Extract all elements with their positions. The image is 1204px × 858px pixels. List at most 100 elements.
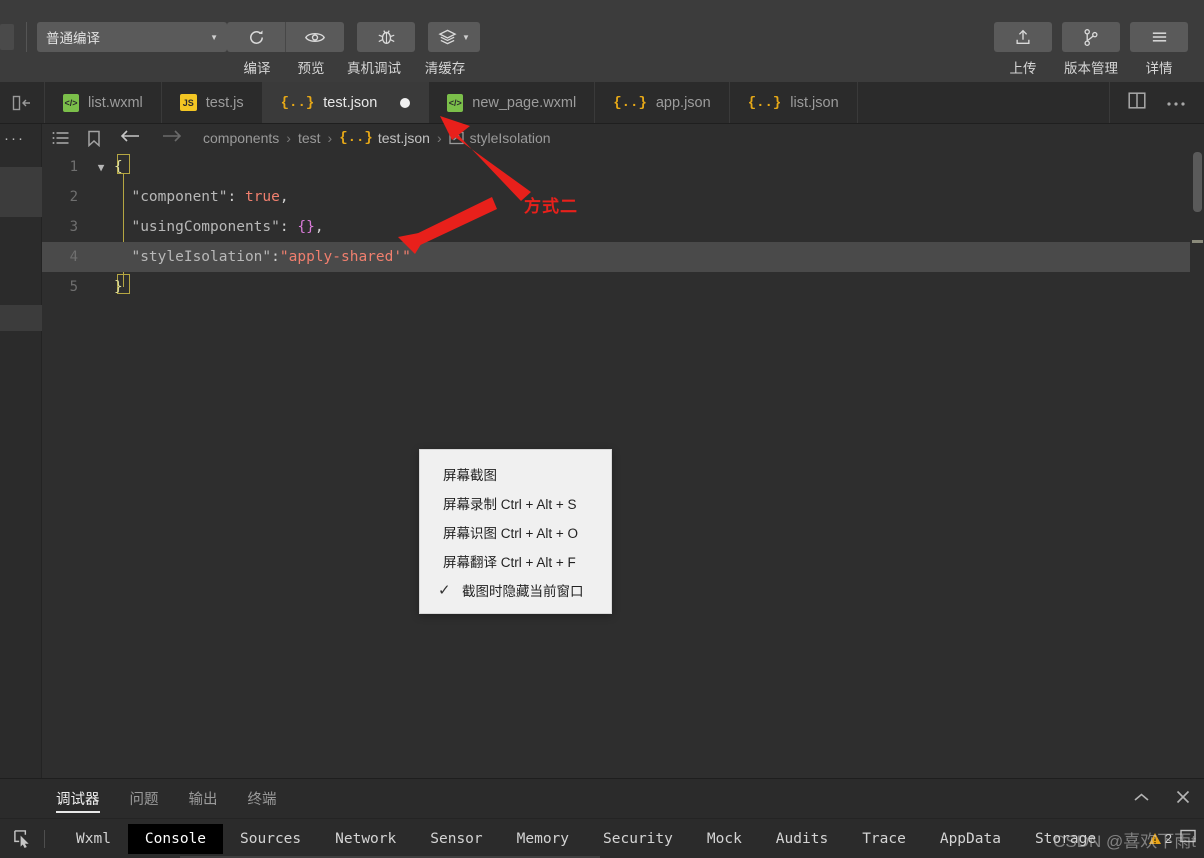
menu-item-label: 屏幕识图 Ctrl + Alt + O (443, 522, 578, 542)
bottom-panel-tabs: 调试器 问题 输出 终端 (0, 779, 1204, 819)
devtab-label: Memory (517, 831, 569, 847)
upload-label: 上传 (1010, 57, 1037, 77)
bottom-tab-label: 问题 (130, 788, 159, 809)
close-icon (1176, 790, 1190, 804)
warning-badge[interactable]: 2 (1148, 831, 1172, 846)
menu-item-hide-window-on-capture[interactable]: ✓ 截图时隐藏当前窗口 (420, 575, 611, 604)
bottom-panel-controls (1133, 779, 1190, 819)
tab-test-json[interactable]: {..} test.json (263, 82, 430, 123)
bottom-tab-output[interactable]: 输出 (189, 779, 218, 819)
left-sidebar-strip[interactable]: ··· (0, 124, 42, 778)
version-control-button[interactable] (1062, 22, 1120, 52)
code-line[interactable]: 5 } (42, 272, 1204, 302)
clear-cache-button[interactable]: ▼ (428, 22, 480, 52)
code-line-active[interactable]: 4 "styleIsolation":"apply-shared'" (42, 242, 1204, 272)
devtab-label: Audits (776, 831, 828, 847)
bottom-tab-problems[interactable]: 问题 (130, 779, 159, 819)
devtab-sources[interactable]: Sources (223, 824, 318, 854)
close-panel-button[interactable] (1176, 790, 1190, 809)
code-token: true (245, 189, 280, 205)
collapse-panel-button[interactable] (1133, 790, 1150, 808)
bottom-panel: 调试器 问题 输出 终端 (0, 778, 1204, 858)
tab-list-wxml[interactable]: </> list.wxml (45, 82, 162, 123)
tab-label: new_page.wxml (472, 95, 576, 111)
clear-cache-label: 清缓存 (412, 57, 478, 77)
menu-item-screen-ocr[interactable]: 屏幕识图 Ctrl + Alt + O (420, 517, 611, 546)
compile-mode-select[interactable]: 普通编译 ▼ (37, 22, 227, 52)
outline-list-icon[interactable] (52, 131, 69, 145)
sidebar-ellipsis-icon[interactable]: ··· (0, 124, 41, 147)
arrow-left-icon (119, 128, 141, 144)
tab-label: test.json (323, 95, 377, 111)
warning-icon (1148, 832, 1162, 845)
devtab-appdata[interactable]: AppData (923, 824, 1018, 854)
editor-vertical-scrollbar[interactable] (1190, 152, 1204, 778)
compile-mode-value: 普通编译 (46, 27, 100, 47)
fold-toggle-icon[interactable]: ▼ (88, 161, 114, 174)
devtab-network[interactable]: Network (318, 824, 413, 854)
collapse-sidebar-button[interactable] (0, 82, 45, 123)
inspect-cursor-icon (13, 829, 32, 848)
bottom-tab-terminal[interactable]: 终端 (248, 779, 277, 819)
chevron-down-icon: ▼ (210, 33, 218, 42)
code-line[interactable]: 1 ▼ { (42, 152, 1204, 182)
more-actions-button[interactable] (1166, 94, 1186, 112)
sidebar-block-one[interactable] (0, 167, 42, 217)
devtab-storage[interactable]: Storage (1018, 824, 1113, 854)
menu-item-screenshot[interactable]: 屏幕截图 (420, 459, 611, 488)
code-line[interactable]: 2 "component": true, (42, 182, 1204, 212)
bookmark-icon[interactable] (87, 130, 101, 147)
sidebar-block-two[interactable] (0, 305, 42, 331)
upload-group: 上传 (994, 0, 1052, 77)
breadcrumb-styleisolation[interactable]: styleIsolation (470, 130, 551, 146)
breadcrumb-test[interactable]: test (298, 130, 321, 146)
unsaved-indicator[interactable] (400, 98, 410, 108)
devtab-mock[interactable]: Mock (690, 824, 759, 854)
devtools-tabbar: Wxml Console Sources Network Sensor Memo… (0, 819, 1204, 858)
tab-list-json[interactable]: {..} list.json (730, 82, 858, 123)
real-device-debug-button[interactable] (357, 22, 415, 52)
screenshot-context-menu[interactable]: 屏幕截图 屏幕录制 Ctrl + Alt + S 屏幕识图 Ctrl + Alt… (419, 449, 612, 614)
menu-item-screen-record[interactable]: 屏幕录制 Ctrl + Alt + S (420, 488, 611, 517)
bottom-tab-debugger[interactable]: 调试器 (56, 779, 100, 819)
upload-button[interactable] (994, 22, 1052, 52)
details-button[interactable] (1130, 22, 1188, 52)
tab-app-json[interactable]: {..} app.json (595, 82, 729, 123)
navigate-back-button[interactable] (119, 128, 141, 149)
arrow-right-icon (161, 128, 183, 144)
scrollbar-thumb[interactable] (1193, 152, 1202, 212)
menu-item-label: 屏幕翻译 Ctrl + Alt + F (443, 551, 576, 571)
bookmark-glyph-icon (87, 130, 101, 147)
inspect-element-button[interactable] (0, 819, 44, 858)
refresh-icon (247, 28, 266, 47)
navigate-forward-button[interactable] (161, 128, 183, 149)
line-number: 4 (42, 249, 88, 265)
devtab-label: Sources (240, 831, 301, 847)
menu-item-screen-translate[interactable]: 屏幕翻译 Ctrl + Alt + F (420, 546, 611, 575)
devtab-memory[interactable]: Memory (500, 824, 586, 854)
device-toolbar-button[interactable] (1180, 829, 1196, 849)
code-line[interactable]: 3 "usingComponents": {}, (42, 212, 1204, 242)
tab-new-page-wxml[interactable]: </> new_page.wxml (429, 82, 595, 123)
devtab-audits[interactable]: Audits (759, 824, 845, 854)
split-editor-button[interactable] (1128, 92, 1146, 114)
branch-icon (1082, 28, 1100, 47)
compile-button[interactable] (227, 22, 285, 52)
breadcrumb-components[interactable]: components (203, 130, 279, 146)
devtab-wxml[interactable]: Wxml (59, 824, 128, 854)
devtools-right-controls: 2 (1148, 829, 1196, 849)
devtab-sensor[interactable]: Sensor (413, 824, 499, 854)
tab-test-js[interactable]: JS test.js (162, 82, 263, 123)
js-file-icon: JS (180, 94, 197, 111)
devtab-label: Network (335, 831, 396, 847)
toolbar-drag-handle[interactable] (0, 24, 14, 50)
code-editor[interactable]: 1 ▼ { 2 "component": true, 3 "usingCompo… (42, 152, 1204, 778)
devtab-console[interactable]: Console (128, 824, 223, 854)
preview-button[interactable] (286, 22, 344, 52)
devtab-trace[interactable]: Trace (845, 824, 923, 854)
bottom-tab-label: 输出 (189, 788, 218, 809)
breadcrumb-test-json[interactable]: test.json (378, 130, 430, 146)
tabbar-spacer (858, 82, 1110, 123)
devtab-security[interactable]: Security (586, 824, 690, 854)
code-token: , (315, 219, 324, 235)
